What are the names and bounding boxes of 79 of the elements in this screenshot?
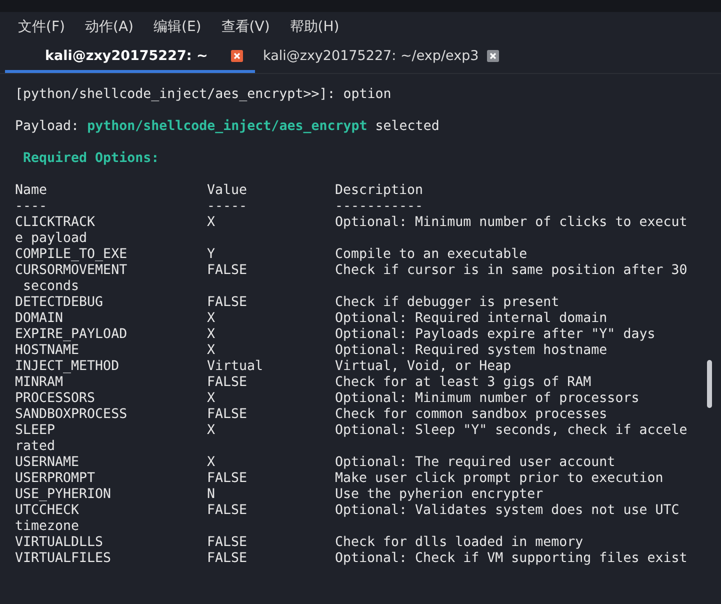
menu-item[interactable]: 文件(F): [10, 18, 73, 36]
option-value: FALSE: [207, 375, 248, 391]
option-value: X: [207, 311, 216, 327]
output-text: selected: [375, 119, 440, 134]
option-name: CURSORMOVEMENT: [15, 263, 128, 279]
option-value: FALSE: [207, 503, 248, 519]
option-description: e payload: [15, 231, 88, 247]
command-line: [python/shellcode_inject/aes_encrypt>>]: option: [15, 87, 392, 103]
option-description: Check if debugger is present: [335, 295, 560, 311]
option-value: FALSE: [207, 263, 248, 279]
column-heading: Name: [15, 183, 48, 199]
close-icon[interactable]: [486, 50, 499, 62]
menu-item[interactable]: 帮助(H): [282, 18, 348, 36]
payload-path: python/shellcode_inject/aes_encrypt: [87, 119, 368, 134]
option-name: USERPROMPT: [15, 471, 96, 487]
option-description: Optional: Required system hostname: [335, 343, 608, 359]
option-value: X: [207, 343, 216, 359]
option-value: X: [207, 423, 216, 439]
option-value: FALSE: [207, 535, 248, 551]
option-description: Optional: Minimum number of processors: [335, 391, 640, 407]
option-description: timezone: [15, 519, 80, 535]
option-description: Compile to an executable: [335, 247, 528, 263]
option-name: SLEEP: [15, 423, 56, 439]
option-value: FALSE: [207, 407, 248, 423]
option-name: USERNAME: [15, 455, 80, 471]
option-value: X: [207, 327, 216, 343]
option-description: rated: [15, 439, 56, 455]
option-value: X: [207, 455, 216, 471]
option-name: VIRTUALDLLS: [15, 535, 104, 551]
option-description: Check if cursor is in same position after 30: [335, 263, 688, 279]
scrollbar-thumb[interactable]: [707, 360, 712, 408]
option-name: SANDBOXPROCESS: [15, 407, 128, 423]
option-description: Check for dlls loaded in memory: [335, 535, 584, 551]
column-rule: -----------: [335, 199, 424, 215]
option-name: DOMAIN: [15, 311, 64, 327]
menu-item[interactable]: 动作(A): [76, 18, 142, 36]
option-description: Virtual, Void, or Heap: [335, 359, 512, 375]
terminal-tab[interactable]: kali@zxy20175227: ~/exp/exp3: [255, 41, 500, 73]
option-description: Check for common sandbox processes: [335, 407, 608, 423]
option-description: Optional: The required user account: [335, 455, 616, 471]
option-value: Virtual: [207, 359, 264, 375]
option-description: Optional: Payloads expire after "Y" days: [335, 327, 656, 343]
option-description: Optional: Required internal domain: [335, 311, 608, 327]
option-description: Optional: Minimum number of clicks to execut: [335, 215, 688, 231]
option-description: Optional: Validates system does not use UTC: [335, 503, 680, 519]
option-value: X: [207, 391, 216, 407]
option-name: INJECT_METHOD: [15, 359, 120, 375]
option-name: EXPIRE_PAYLOAD: [15, 327, 128, 343]
option-description: Make user click prompt prior to execution: [335, 471, 664, 487]
option-value: N: [207, 487, 216, 503]
option-value: FALSE: [207, 471, 248, 487]
menu-item[interactable]: 查看(V): [213, 18, 278, 36]
option-name: COMPILE_TO_EXE: [15, 247, 128, 263]
option-value: FALSE: [207, 295, 248, 311]
column-rule: ----: [15, 199, 48, 215]
option-name: CLICKTRACK: [15, 215, 96, 231]
terminal-tab[interactable]: kali@zxy20175227: ~: [5, 41, 255, 73]
menu-item[interactable]: 编辑(E): [146, 18, 210, 36]
option-name: HOSTNAME: [15, 343, 80, 359]
option-value: Y: [207, 247, 216, 263]
option-description: seconds: [22, 279, 80, 295]
column-rule: -----: [207, 199, 248, 215]
option-value: X: [207, 215, 216, 231]
option-name: DETECTDEBUG: [15, 295, 104, 311]
option-value: FALSE: [207, 551, 248, 567]
column-heading: Value: [207, 183, 248, 199]
option-name: MINRAM: [15, 375, 64, 391]
output-text: Payload:: [15, 119, 80, 134]
option-description: Optional: Check if VM supporting files exist: [335, 551, 688, 567]
column-heading: Description: [335, 183, 424, 199]
section-heading: Required Options:: [23, 151, 160, 166]
option-description: Check for at least 3 gigs of RAM: [335, 375, 592, 391]
option-name: USE_PYHERION: [15, 487, 112, 503]
option-description: Optional: Sleep "Y" seconds, check if accele: [335, 423, 688, 439]
close-icon[interactable]: [231, 50, 243, 62]
option-description: Use the pyherion encrypter: [335, 487, 544, 503]
option-name: VIRTUALFILES: [15, 551, 112, 567]
option-name: PROCESSORS: [15, 391, 96, 407]
option-name: UTCCHECK: [15, 503, 80, 519]
